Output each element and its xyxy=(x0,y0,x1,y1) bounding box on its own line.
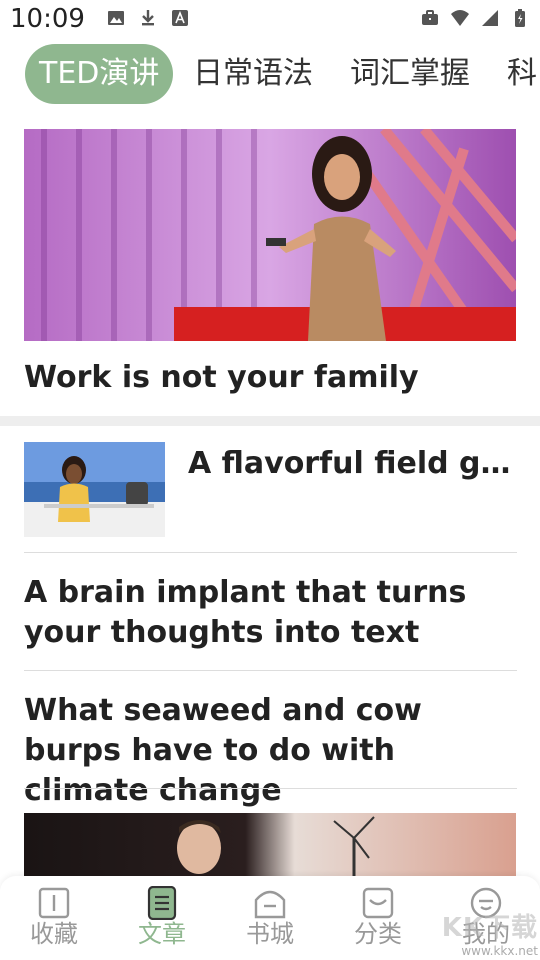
nav-bookstore[interactable]: 书城 xyxy=(230,886,310,948)
featured-article-title[interactable]: Work is not your family xyxy=(24,360,419,395)
article-title[interactable]: What seaweed and cow burps have to do wi… xyxy=(24,691,516,811)
nav-favorites[interactable]: 收藏 xyxy=(14,886,94,948)
article-title[interactable]: A brain implant that turns your thoughts… xyxy=(24,573,516,653)
featured-article-image[interactable] xyxy=(24,129,516,341)
status-notification-icons xyxy=(106,8,190,28)
text-icon xyxy=(172,10,188,26)
watermark: KK下载 www.kkx.net xyxy=(442,907,538,958)
category-tabs: TED演讲 日常语法 词汇掌握 科 xyxy=(0,44,540,106)
watermark-logo: KK下载 xyxy=(441,913,538,943)
article-image[interactable] xyxy=(24,813,516,876)
wifi-icon xyxy=(451,10,469,26)
battery-icon xyxy=(515,9,525,27)
nav-label: 收藏 xyxy=(30,920,78,948)
tab-ted[interactable]: TED演讲 xyxy=(25,44,174,104)
status-time: 10:09 xyxy=(10,4,85,34)
watermark-url: www.kkx.net xyxy=(461,944,538,958)
category-icon xyxy=(362,887,394,919)
nav-label: 分类 xyxy=(354,920,402,948)
image-icon xyxy=(108,11,124,25)
nav-label: 文章 xyxy=(138,920,186,948)
store-icon xyxy=(254,890,286,919)
download-icon xyxy=(142,10,154,26)
list-divider xyxy=(24,788,517,789)
article-thumbnail[interactable] xyxy=(24,442,165,537)
briefcase-icon xyxy=(422,10,438,25)
section-separator xyxy=(0,416,540,426)
article-title[interactable]: A flavorful field guid… xyxy=(188,446,528,481)
nav-categories[interactable]: 分类 xyxy=(338,886,418,948)
tab-vocabulary[interactable]: 词汇掌握 xyxy=(350,44,470,104)
article-icon xyxy=(147,886,177,920)
book-icon xyxy=(38,887,70,919)
tab-science[interactable]: 科 xyxy=(507,44,537,104)
tab-daily-grammar[interactable]: 日常语法 xyxy=(193,44,313,104)
list-divider xyxy=(24,552,517,553)
list-divider xyxy=(24,670,517,671)
status-system-icons xyxy=(420,8,530,28)
status-bar: 10:09 xyxy=(0,0,540,38)
nav-articles[interactable]: 文章 xyxy=(122,886,202,948)
signal-icon xyxy=(482,10,498,26)
nav-label: 书城 xyxy=(246,920,294,948)
